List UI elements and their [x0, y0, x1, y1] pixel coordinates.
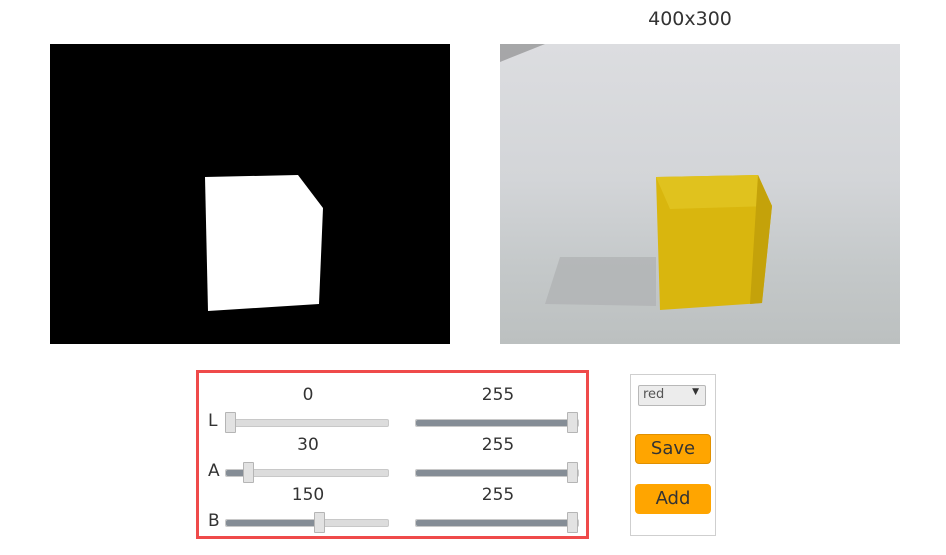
control-panel: red ▼ Save Add — [630, 374, 716, 536]
b-label: B — [208, 511, 220, 531]
b-min-slider[interactable] — [225, 519, 389, 527]
color-select[interactable]: red ▼ — [638, 385, 706, 406]
b-min-thumb[interactable] — [314, 512, 326, 533]
color-select-value: red — [643, 387, 665, 402]
mask-blob — [205, 175, 323, 311]
b-max-slider-fill — [416, 520, 578, 526]
add-button[interactable]: Add — [635, 484, 711, 514]
l-max-value: 255 — [481, 385, 515, 405]
slider-row-a: 30 255 A — [199, 423, 586, 483]
b-max-slider[interactable] — [415, 519, 579, 527]
mask-image — [50, 44, 450, 344]
resolution-label: 400x300 — [648, 8, 732, 30]
b-max-thumb[interactable] — [567, 512, 578, 533]
camera-scene — [500, 44, 772, 310]
a-max-value: 255 — [481, 435, 515, 455]
b-min-slider-fill — [226, 520, 322, 526]
l-min-value: 0 — [302, 385, 314, 405]
b-min-value: 150 — [291, 485, 325, 505]
b-max-value: 255 — [481, 485, 515, 505]
slider-row-l: 0 255 L — [199, 373, 586, 433]
slider-row-b: 150 255 B — [199, 473, 586, 533]
a-min-value: 30 — [297, 435, 319, 455]
chevron-down-icon: ▼ — [692, 387, 699, 397]
camera-image — [500, 44, 900, 344]
lab-threshold-panel: 0 255 L 30 255 A 150 255 B — [196, 370, 589, 539]
save-button[interactable]: Save — [635, 434, 711, 464]
